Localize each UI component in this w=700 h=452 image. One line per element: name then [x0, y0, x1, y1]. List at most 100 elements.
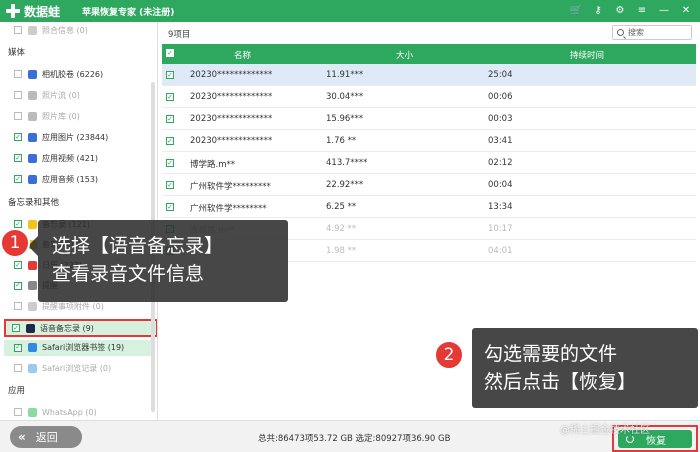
checkbox[interactable] [14, 26, 22, 34]
cell-size: 22.92*** [326, 180, 364, 190]
table-header: ✓ 名称 大小 持续时间 [162, 44, 696, 64]
menu-icon[interactable]: ≡ [636, 4, 648, 16]
table-row[interactable]: ✓ 20230************* 15.96*** 00:03 [162, 108, 696, 130]
cell-duration: 25:04 [488, 70, 513, 80]
search-placeholder: 搜索 [628, 28, 644, 37]
category-icon [28, 219, 37, 229]
window-controls: 🛒 ⚷ ⚙ ≡ — ✕ [570, 4, 692, 16]
category-icon [28, 111, 37, 121]
sidebar-item-label: 应用视频 (421) [42, 153, 99, 163]
row-checkbox[interactable]: ✓ [166, 93, 174, 101]
logo-text: 数据蛙 [24, 4, 61, 19]
callout-2-text: 勾选需要的文件 然后点击【恢复】 [484, 340, 636, 396]
column-header-name[interactable]: 名称 [234, 49, 251, 61]
callout-2-line1: 勾选需要的文件 [484, 343, 618, 365]
checkbox[interactable] [14, 91, 22, 99]
category-icon [28, 69, 37, 79]
minimize-icon[interactable]: — [658, 4, 670, 16]
back-label: 返回 [35, 431, 58, 444]
cell-duration: 04:01 [488, 246, 513, 256]
callout-1-line1: 选择【语音备忘录】 [52, 235, 224, 257]
key-icon[interactable]: ⚷ [592, 4, 604, 16]
sidebar-item[interactable]: ✓ Safari浏览器书签 (19) [4, 339, 154, 356]
cell-size: 4.92 ** [326, 224, 357, 234]
close-icon[interactable]: ✕ [680, 4, 692, 16]
table-row[interactable]: ✓ 博学路.m** 413.7**** 02:12 [162, 152, 696, 174]
category-icon [28, 132, 37, 142]
sidebar-item[interactable]: ✓ 应用图片 (23844) [14, 129, 108, 145]
callout-1-line2: 查看录音文件信息 [52, 263, 205, 285]
checkbox[interactable]: ✓ [12, 324, 20, 332]
category-icon [28, 281, 37, 291]
table-row[interactable]: ✓ 广州软件学******** 6.25 ** 13:34 [162, 196, 696, 218]
sidebar-item[interactable]: ✓ 语音备忘录 (9) [4, 319, 157, 337]
category-icon [28, 174, 37, 184]
cell-duration: 13:34 [488, 202, 513, 212]
category-icon [26, 323, 35, 333]
step-badge-1: 1 [0, 228, 30, 258]
plus-logo-icon [6, 4, 20, 18]
sidebar-item-label: WhatsApp (0) [42, 407, 97, 417]
category-icon [28, 260, 37, 270]
sidebar-item-label: 照片库 (0) [42, 111, 80, 121]
gear-icon[interactable]: ⚙ [614, 4, 626, 16]
recover-icon [626, 435, 634, 443]
sidebar-item[interactable]: 照片流 (0) [14, 87, 80, 103]
instruction-callout-1: 选择【语音备忘录】 查看录音文件信息 [38, 220, 288, 302]
sidebar-item-label: 相机胶卷 (6226) [42, 69, 104, 79]
checkbox[interactable]: ✓ [14, 343, 22, 352]
checkbox[interactable]: ✓ [14, 220, 22, 228]
checkbox[interactable] [14, 302, 22, 311]
table-row[interactable]: ✓ 20230************* 1.76 ** 03:41 [162, 130, 696, 152]
table-row[interactable]: ✓ 20230************* 30.04*** 00:06 [162, 86, 696, 108]
cell-name: 博学路.m** [190, 160, 235, 170]
title-bar: 数据蛙 苹果恢复专家 (未注册) 🛒 ⚷ ⚙ ≡ — ✕ [0, 0, 700, 22]
sidebar-item[interactable]: ✓ 应用视频 (421) [14, 150, 98, 166]
checkbox[interactable]: ✓ [14, 175, 22, 183]
contacts-icon [28, 25, 37, 35]
row-checkbox[interactable]: ✓ [166, 137, 174, 145]
checkbox[interactable] [14, 70, 22, 78]
cell-size: 15.96*** [326, 114, 364, 124]
checkbox[interactable] [14, 364, 22, 373]
section-header-notes: 备忘录和其他 [8, 198, 60, 208]
instruction-callout-2: 勾选需要的文件 然后点击【恢复】 [472, 328, 698, 408]
sidebar-item[interactable]: Safari浏览记录 (0) [14, 360, 111, 376]
select-all-checkbox[interactable]: ✓ [166, 49, 174, 57]
cell-name: 20230************* [190, 92, 273, 102]
table-row[interactable]: ✓ 20230************* 11.91*** 25:04 [162, 64, 696, 86]
row-checkbox[interactable]: ✓ [166, 71, 174, 79]
checkbox[interactable] [14, 408, 22, 416]
cell-duration: 00:03 [488, 114, 513, 124]
cell-duration: 02:12 [488, 158, 513, 168]
section-header-apps: 应用 [8, 386, 26, 396]
sidebar-item[interactable]: ✓ 应用音频 (153) [14, 171, 98, 187]
cart-icon[interactable]: 🛒 [570, 4, 582, 16]
sidebar-item-label: 应用图片 (23844) [42, 132, 109, 142]
row-checkbox[interactable]: ✓ [166, 115, 174, 123]
back-button[interactable]: « 返回 [10, 426, 82, 448]
row-checkbox[interactable]: ✓ [166, 203, 174, 211]
category-icon [28, 301, 37, 311]
sidebar-item[interactable]: 照片库 (0) [14, 108, 80, 124]
sidebar-item-label: Safari浏览记录 (0) [42, 363, 112, 373]
checkbox[interactable] [14, 112, 22, 120]
checkbox[interactable]: ✓ [14, 154, 22, 162]
checkbox[interactable]: ✓ [14, 133, 22, 141]
column-header-size[interactable]: 大小 [396, 49, 413, 61]
category-icon [28, 90, 37, 100]
checkbox[interactable]: ✓ [14, 281, 22, 290]
sidebar-item[interactable]: 相机胶卷 (6226) [14, 66, 103, 82]
search-input[interactable]: 搜索 [612, 25, 692, 40]
double-chevron-left-icon: « [18, 430, 26, 444]
sidebar-item-top[interactable]: 照合信息 (0) [14, 22, 88, 38]
column-header-duration[interactable]: 持续时间 [570, 49, 604, 61]
cell-name: 广州软件学********* [190, 182, 271, 192]
table-row[interactable]: ✓ 广州软件学********* 22.92*** 00:04 [162, 174, 696, 196]
checkbox[interactable]: ✓ [14, 261, 22, 270]
sidebar-item[interactable]: WhatsApp (0) [14, 404, 97, 420]
row-checkbox[interactable]: ✓ [166, 159, 174, 167]
row-checkbox[interactable]: ✓ [166, 181, 174, 189]
cell-size: 1.76 ** [326, 136, 357, 146]
sidebar-item-label: 应用音频 (153) [42, 174, 99, 184]
